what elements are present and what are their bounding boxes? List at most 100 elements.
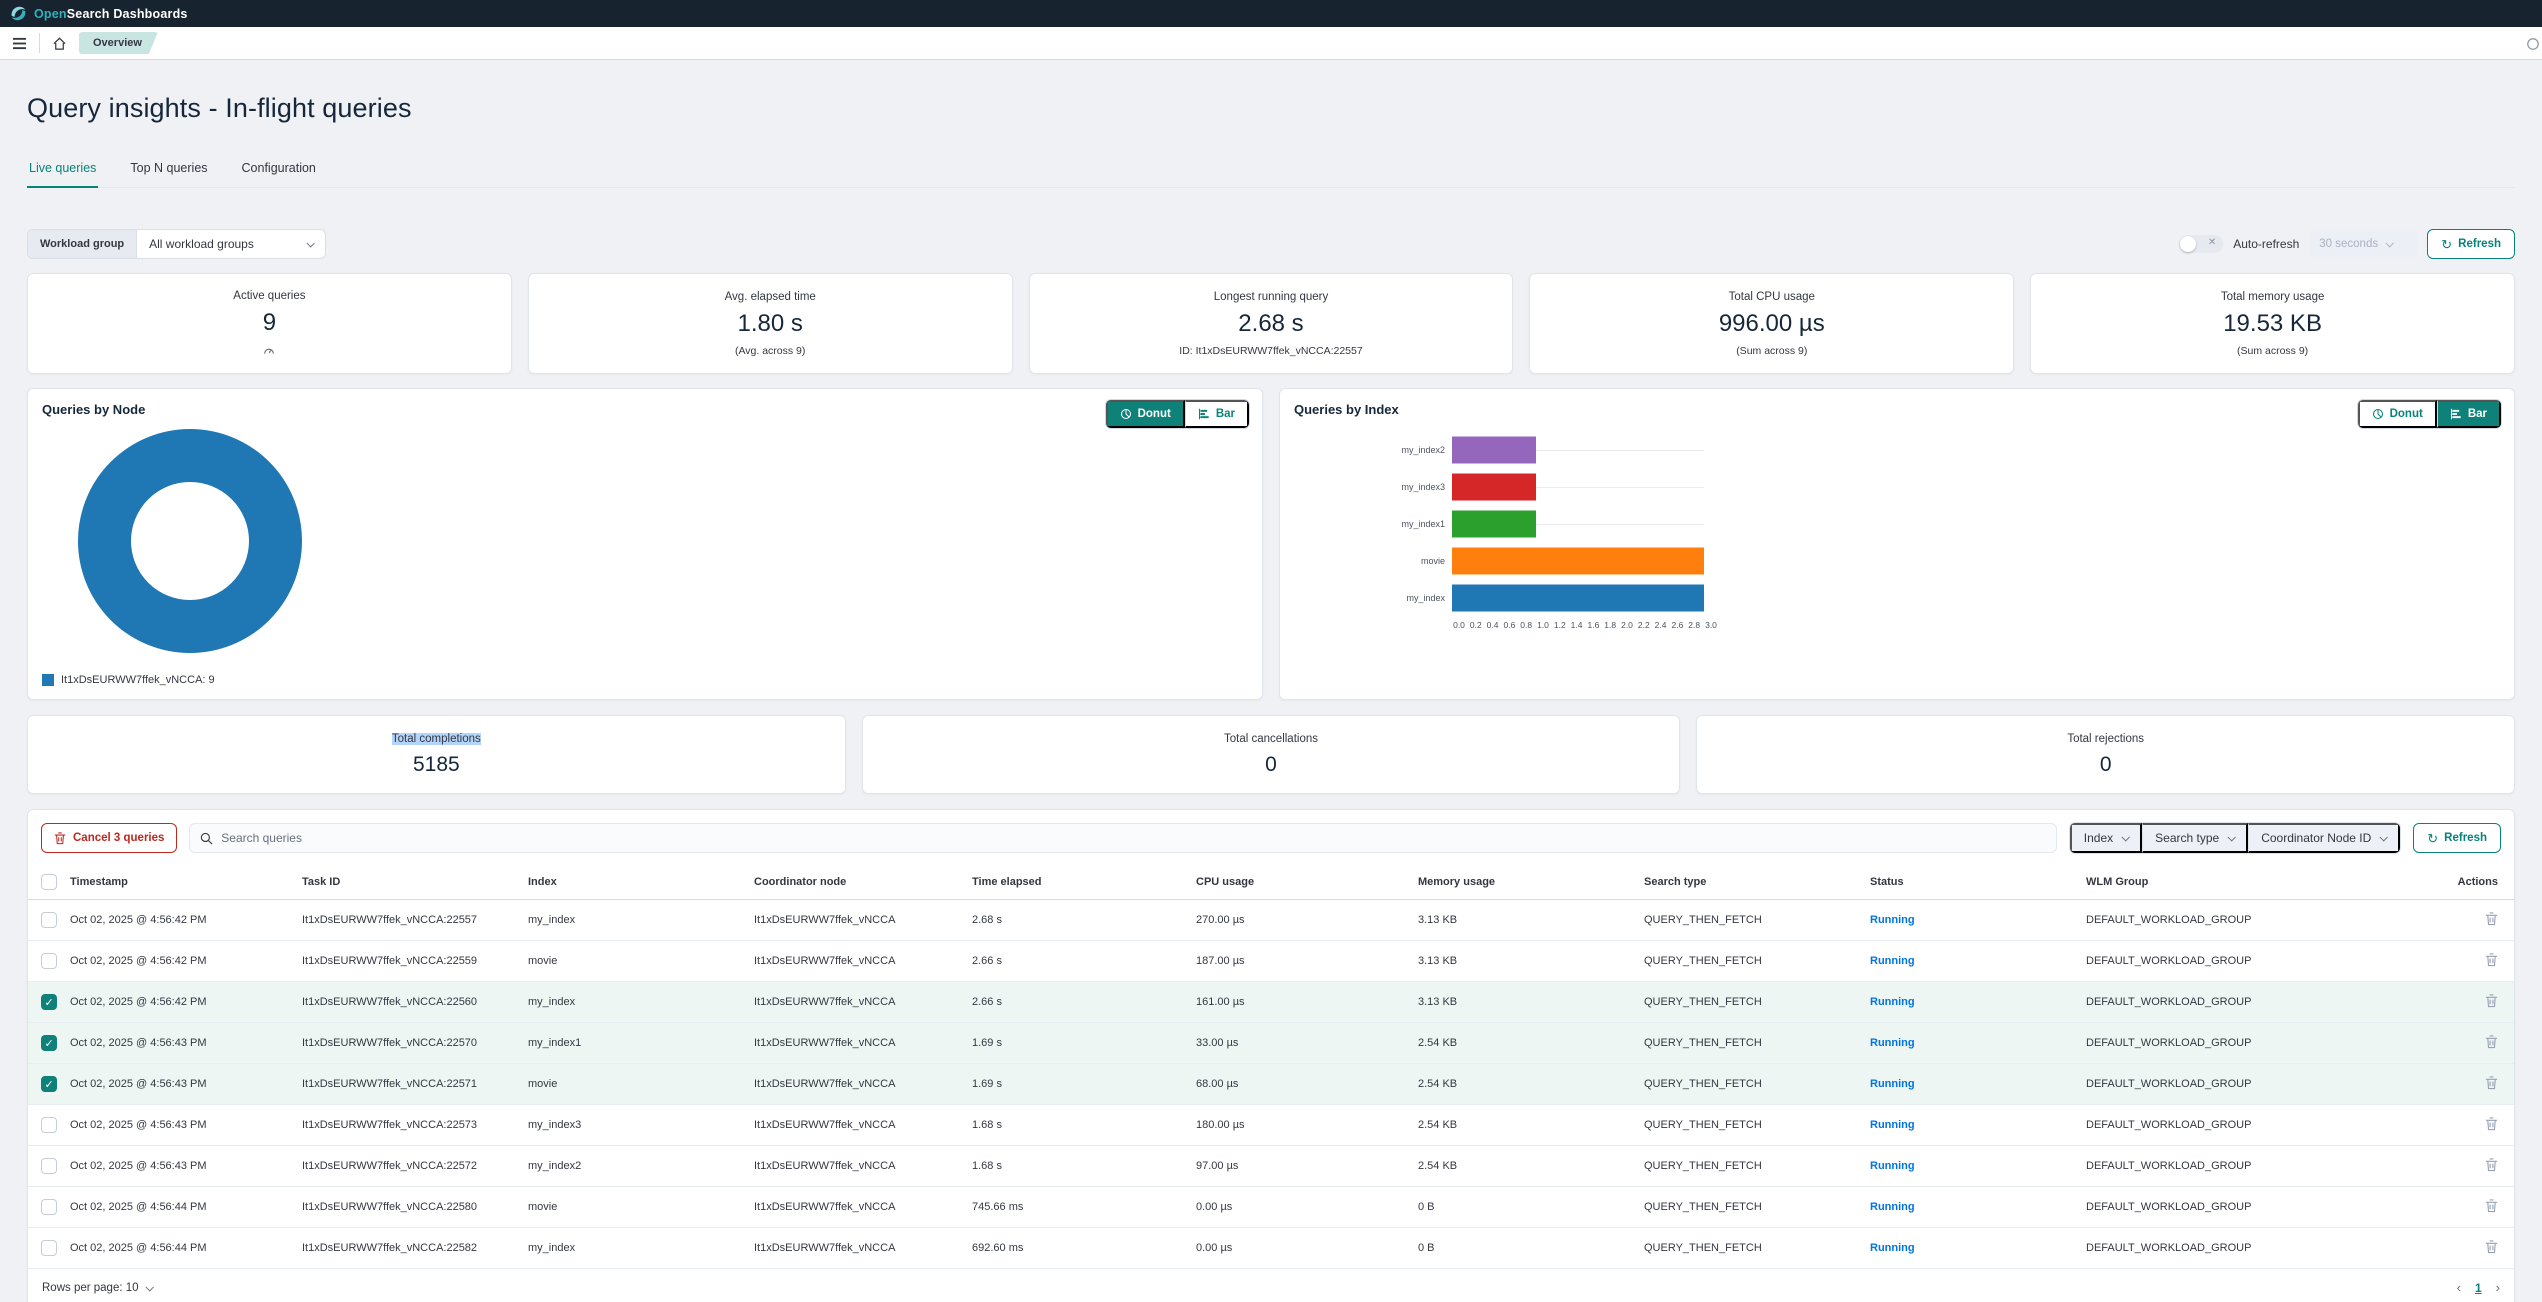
bar [1452,547,1704,574]
x-tick-label: 3.0 [1705,620,1717,630]
delete-query-icon[interactable] [2485,1076,2498,1090]
x-tick-label: 1.8 [1604,620,1616,630]
prev-page-icon[interactable]: ‹ [2457,1280,2461,1295]
column-header-memory-usage[interactable]: Memory usage [1410,866,1636,900]
stat-label: Total memory usage [2221,291,2325,303]
bar [1452,510,1536,537]
row-select-cell [28,1105,62,1146]
tab-live-queries[interactable]: Live queries [27,161,98,188]
column-header-status[interactable]: Status [1862,866,2078,900]
cell-time-elapsed: 1.68 s [964,1146,1188,1187]
refresh-button[interactable]: ↻ Refresh [2427,229,2515,259]
workload-group-select[interactable]: All workload groups [137,230,325,258]
nav-right-icon[interactable] [2526,37,2540,51]
row-checkbox[interactable] [41,1240,57,1256]
donut-toggle-button[interactable]: Donut [1106,400,1185,428]
cell-timestamp: Oct 02, 2025 @ 4:56:43 PM [62,1105,294,1146]
breadcrumb[interactable]: Overview [79,32,158,54]
delete-query-icon[interactable] [2485,912,2498,926]
donut-toggle-button[interactable]: Donut [2358,400,2437,428]
column-header-cpu-usage[interactable]: CPU usage [1188,866,1410,900]
column-header-wlm-group[interactable]: WLM Group [2078,866,2444,900]
chevron-down-icon [145,1283,153,1291]
table-row: Oct 02, 2025 @ 4:56:42 PMIt1xDsEURWW7ffe… [28,982,2514,1023]
refresh-button-label: Refresh [2458,238,2501,250]
bar-toggle-button[interactable]: Bar [2437,400,2501,428]
donut-icon [1120,408,1132,420]
row-checkbox[interactable] [41,1199,57,1215]
chevron-down-icon [2228,833,2236,841]
column-header-index[interactable]: Index [520,866,746,900]
cell-search-type: QUERY_THEN_FETCH [1636,1187,1862,1228]
delete-query-icon[interactable] [2485,1240,2498,1254]
node-chart-legend: It1xDsEURWW7ffek_vNCCA: 9 [42,674,215,686]
page-number[interactable]: 1 [2475,1281,2482,1295]
column-header-timestamp[interactable]: Timestamp [62,866,294,900]
cell-timestamp: Oct 02, 2025 @ 4:56:44 PM [62,1228,294,1269]
row-checkbox[interactable] [41,994,57,1010]
row-select-cell [28,1187,62,1228]
cell-wlm-group: DEFAULT_WORKLOAD_GROUP [2078,1228,2444,1269]
column-header-coordinator-node[interactable]: Coordinator node [746,866,964,900]
delete-query-icon[interactable] [2485,1158,2498,1172]
rows-per-page-select[interactable]: Rows per page: 10 [42,1282,152,1294]
cell-memory-usage: 2.54 KB [1410,1105,1636,1146]
filter-group: IndexSearch typeCoordinator Node ID [2069,822,2401,854]
cell-index: my_index3 [520,1105,746,1146]
delete-query-icon[interactable] [2485,1199,2498,1213]
search-input[interactable] [221,831,2046,845]
cell-status: Running [1862,941,2078,982]
menu-icon[interactable] [12,37,27,50]
select-all-checkbox[interactable] [41,874,57,890]
bar-toggle-button[interactable]: Bar [1185,400,1249,428]
refresh-interval-select[interactable]: 30 seconds [2309,230,2417,258]
delete-query-icon[interactable] [2485,1117,2498,1131]
table-refresh-button[interactable]: ↻ Refresh [2413,823,2501,853]
rows-per-page-label: Rows per page: 10 [42,1282,139,1294]
total-label: Total completions [392,733,481,745]
x-tick-label: 1.0 [1537,620,1549,630]
cell-wlm-group: DEFAULT_WORKLOAD_GROUP [2078,941,2444,982]
workload-group-value: All workload groups [149,237,254,251]
cell-coordinator-node: It1xDsEURWW7ffek_vNCCA [746,1187,964,1228]
row-checkbox[interactable] [41,1035,57,1051]
delete-query-icon[interactable] [2485,953,2498,967]
cancel-queries-button[interactable]: Cancel 3 queries [41,823,177,853]
app-header: OpenSearch Dashboards [0,0,2542,27]
queries-by-index-panel: Queries by Index DonutBar my_index2my_in… [1279,388,2515,700]
row-checkbox[interactable] [41,1158,57,1174]
column-header-time-elapsed[interactable]: Time elapsed [964,866,1188,900]
column-header-actions[interactable]: Actions [2444,866,2514,900]
stat-value: 1.80 s [738,310,803,338]
delete-query-icon[interactable] [2485,1035,2498,1049]
column-header-task-id[interactable]: Task ID [294,866,520,900]
filter-coordinator-node-id[interactable]: Coordinator Node ID [2248,823,2400,853]
row-checkbox[interactable] [41,912,57,928]
row-checkbox[interactable] [41,1076,57,1092]
row-checkbox[interactable] [41,953,57,969]
total-value: 0 [1265,753,1277,777]
refresh-icon: ↻ [2427,832,2438,845]
filter-search-type[interactable]: Search type [2142,823,2248,853]
row-select-cell [28,1023,62,1064]
table-refresh-label: Refresh [2444,832,2487,844]
stat-label: Avg. elapsed time [725,291,816,303]
row-select-cell [28,982,62,1023]
breadcrumb-bar: Overview [0,27,2542,60]
tab-configuration[interactable]: Configuration [240,161,318,188]
column-header-search-type[interactable]: Search type [1636,866,1862,900]
auto-refresh-toggle[interactable]: ✕ [2179,235,2223,253]
cell-task-id: It1xDsEURWW7ffek_vNCCA:22573 [294,1105,520,1146]
tab-top-n-queries[interactable]: Top N queries [128,161,209,188]
home-icon[interactable] [52,36,67,51]
cell-wlm-group: DEFAULT_WORKLOAD_GROUP [2078,1023,2444,1064]
bar-category-label: movie [1390,556,1452,566]
cell-search-type: QUERY_THEN_FETCH [1636,1228,1862,1269]
cell-actions [2444,1187,2514,1228]
refresh-icon: ↻ [2441,238,2452,251]
delete-query-icon[interactable] [2485,994,2498,1008]
filter-index[interactable]: Index [2070,823,2142,853]
row-checkbox[interactable] [41,1117,57,1133]
next-page-icon[interactable]: › [2496,1280,2500,1295]
cell-actions [2444,900,2514,941]
